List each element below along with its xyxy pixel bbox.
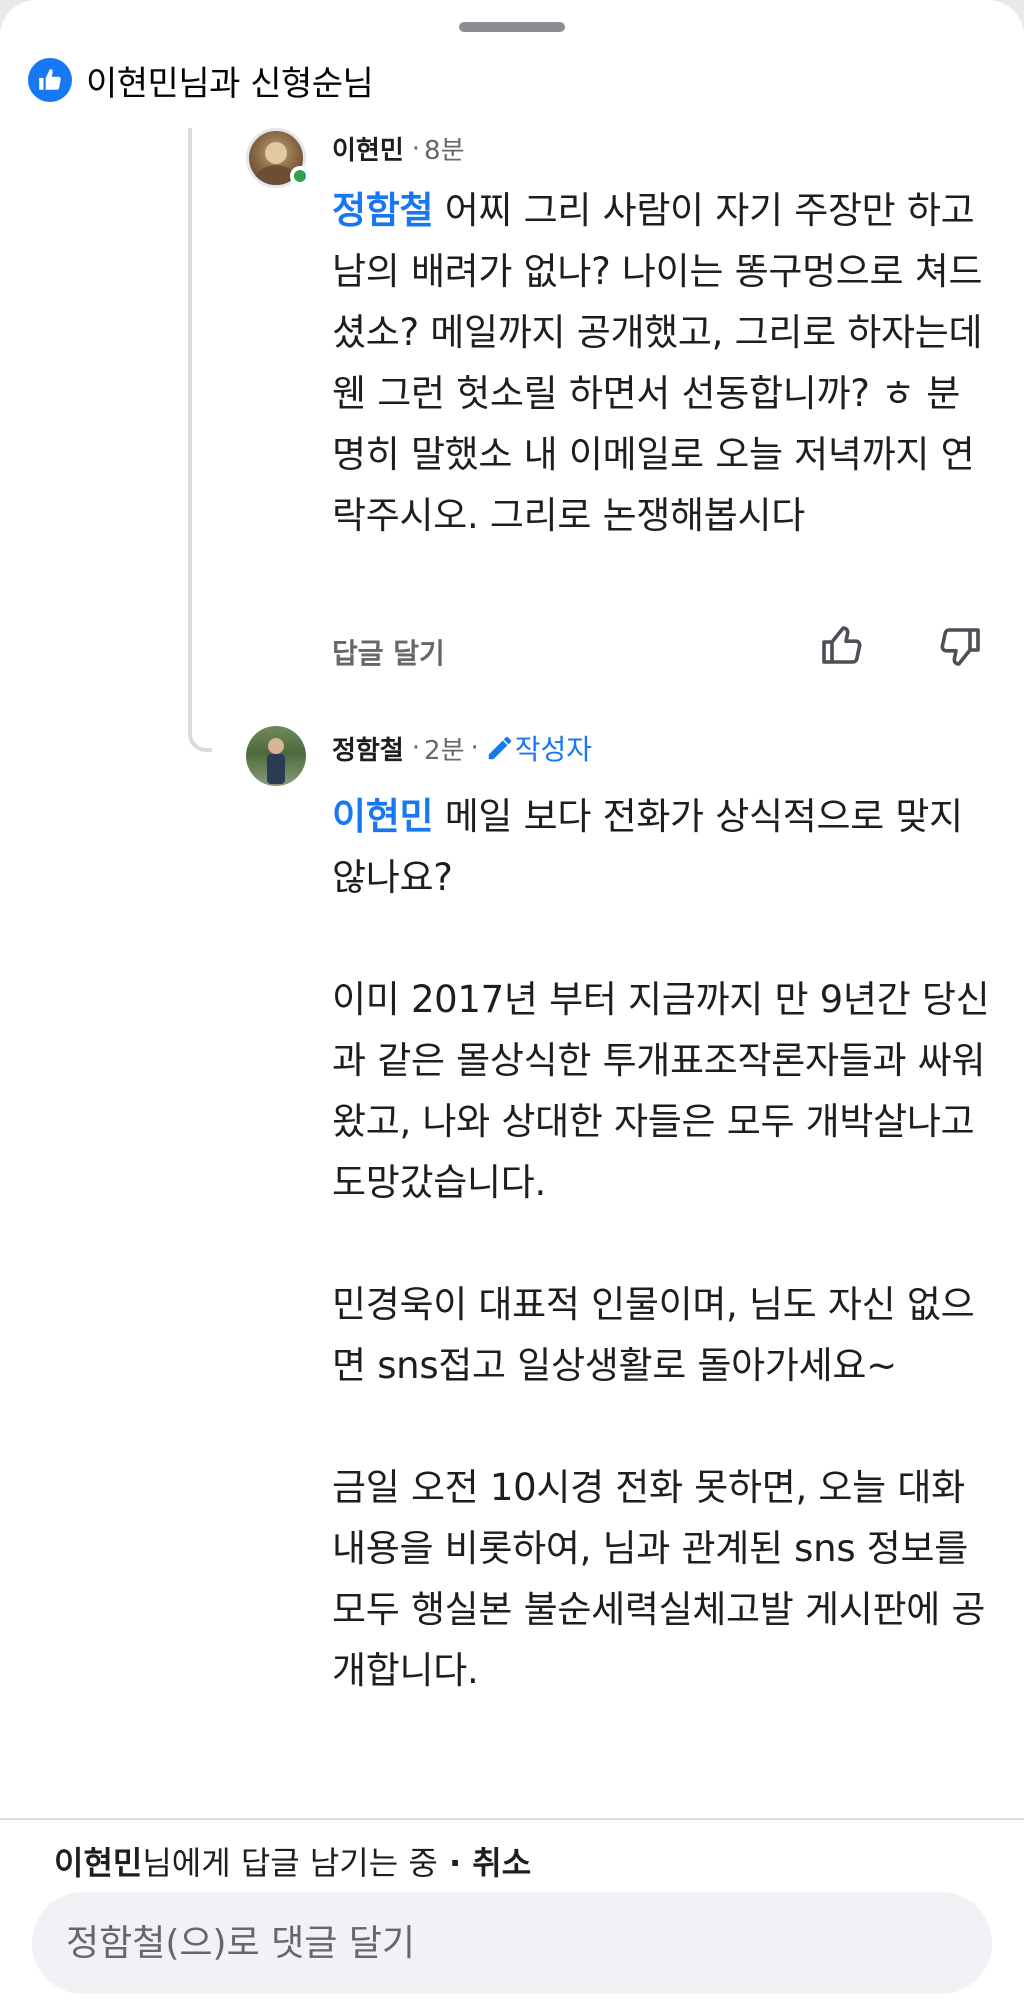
- comment-paragraph: 이미 2017년 부터 지금까지 만 9년간 당신과 같은 몰상식한 투개표조작…: [332, 978, 990, 1204]
- avatar[interactable]: [246, 726, 306, 786]
- composer-divider: [0, 1818, 1024, 1820]
- comment-paragraph: 금일 오전 10시경 전화 못하면, 오늘 대화내용을 비롯하여, 님과 관계된…: [332, 1466, 986, 1692]
- mention-link[interactable]: 정함철: [332, 189, 434, 232]
- comments-sheet: 이현민님과 신형순님 이현민 · 8분 정함철 어찌 그리 사람이 자기 주장만…: [0, 0, 1024, 2010]
- comment-time-separator: ·: [411, 733, 421, 763]
- thumbs-down-icon[interactable]: [936, 622, 984, 670]
- comment-author[interactable]: 정함철: [332, 730, 404, 767]
- comment-composer[interactable]: [32, 1892, 992, 1994]
- thread-connector: [188, 128, 212, 752]
- comment-meta: 정함철 · 2분 · 작성자: [332, 728, 592, 768]
- badge-separator: ·: [470, 733, 479, 763]
- comment-time: 8분: [424, 136, 465, 166]
- comment-input[interactable]: [64, 1921, 992, 1965]
- drag-handle[interactable]: [459, 22, 565, 32]
- like-badge-icon: [28, 58, 72, 102]
- comment-time-separator: ·: [411, 133, 421, 164]
- comment-text-content: 어찌 그리 사람이 자기 주장만 하고 남의 배려가 없나? 나이는 똥구멍으로…: [332, 189, 983, 537]
- author-badge: 작성자: [485, 728, 592, 768]
- replying-dot: ·: [437, 1844, 473, 1882]
- comment-text: 이현민 메일 보다 전화가 상식적으로 맞지 않나요? 이미 2017년 부터 …: [332, 786, 992, 1701]
- replying-text: 님에게 답글 남기는 중: [142, 1844, 438, 1882]
- comment-time: 2분: [424, 735, 465, 766]
- author-badge-label: 작성자: [514, 733, 593, 766]
- reply-target: 이현민: [54, 1844, 143, 1882]
- reply-button[interactable]: 답글 달기: [332, 632, 445, 672]
- replying-status: 이현민님에게 답글 남기는 중 · 취소: [54, 1838, 531, 1884]
- thumbs-up-icon[interactable]: [818, 622, 866, 670]
- online-status-indicator: [290, 166, 310, 186]
- mention-link[interactable]: 이현민: [332, 795, 434, 838]
- sheet-title: 이현민님과 신형순님: [86, 63, 374, 104]
- pencil-icon: [488, 736, 512, 760]
- comment-meta: 이현민 · 8분: [332, 130, 465, 167]
- comment-text: 정함철 어찌 그리 사람이 자기 주장만 하고 남의 배려가 없나? 나이는 똥…: [332, 180, 992, 546]
- sheet-header: 이현민님과 신형순님: [28, 56, 374, 104]
- comment-author[interactable]: 이현민: [332, 130, 404, 167]
- comment-paragraph: 민경욱이 대표적 인물이며, 님도 자신 없으면 sns접고 일상생활로 돌아가…: [332, 1283, 975, 1387]
- comment-paragraph: 이현민 메일 보다 전화가 상식적으로 맞지 않나요?: [332, 786, 992, 908]
- cancel-reply-button[interactable]: 취소: [472, 1844, 531, 1882]
